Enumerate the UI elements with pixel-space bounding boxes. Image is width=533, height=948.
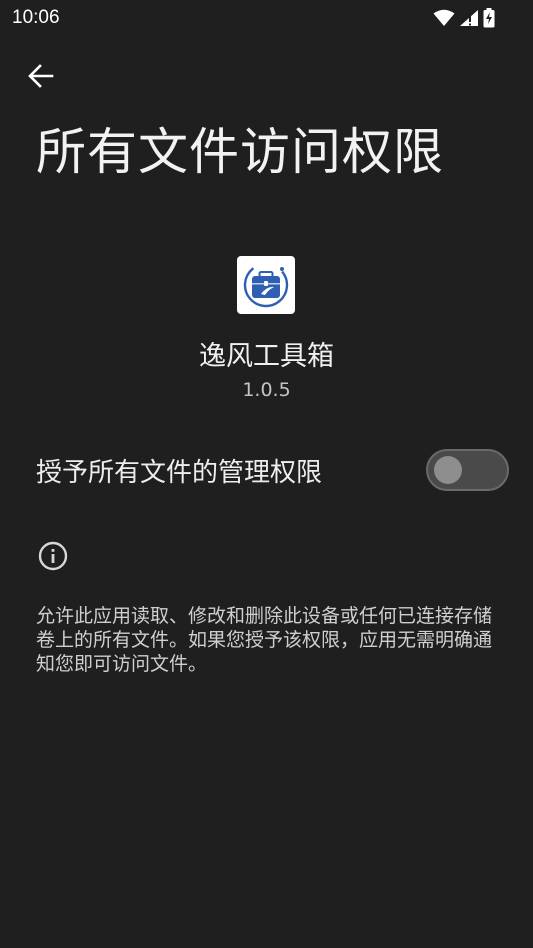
toggle-thumb [434, 456, 462, 484]
status-icons [433, 8, 495, 28]
permission-toggle[interactable] [426, 449, 509, 491]
battery-charging-icon [483, 8, 495, 28]
status-time: 10:06 [12, 7, 60, 28]
signal-icon [459, 9, 479, 27]
app-version: 1.0.5 [242, 379, 291, 401]
status-bar: 10:06 [0, 0, 533, 36]
permission-description: 允许此应用读取、修改和删除此设备或任何已连接存储卷上的所有文件。如果您授予该权限… [36, 605, 493, 675]
toolbox-app-icon [237, 256, 295, 314]
permission-label: 授予所有文件的管理权限 [36, 458, 323, 488]
page-title: 所有文件访问权限 [36, 123, 444, 181]
info-icon [38, 541, 68, 571]
back-button[interactable] [20, 57, 62, 99]
arrow-back-icon [28, 63, 54, 93]
screen: 10:06 所有文件访问权限 逸风工具箱 1.0.5 授予所有文件的管理权限 允… [0, 0, 533, 948]
app-name: 逸风工具箱 [199, 341, 334, 372]
permission-row[interactable]: 授予所有文件的管理权限 [0, 440, 533, 502]
wifi-icon [433, 9, 455, 27]
